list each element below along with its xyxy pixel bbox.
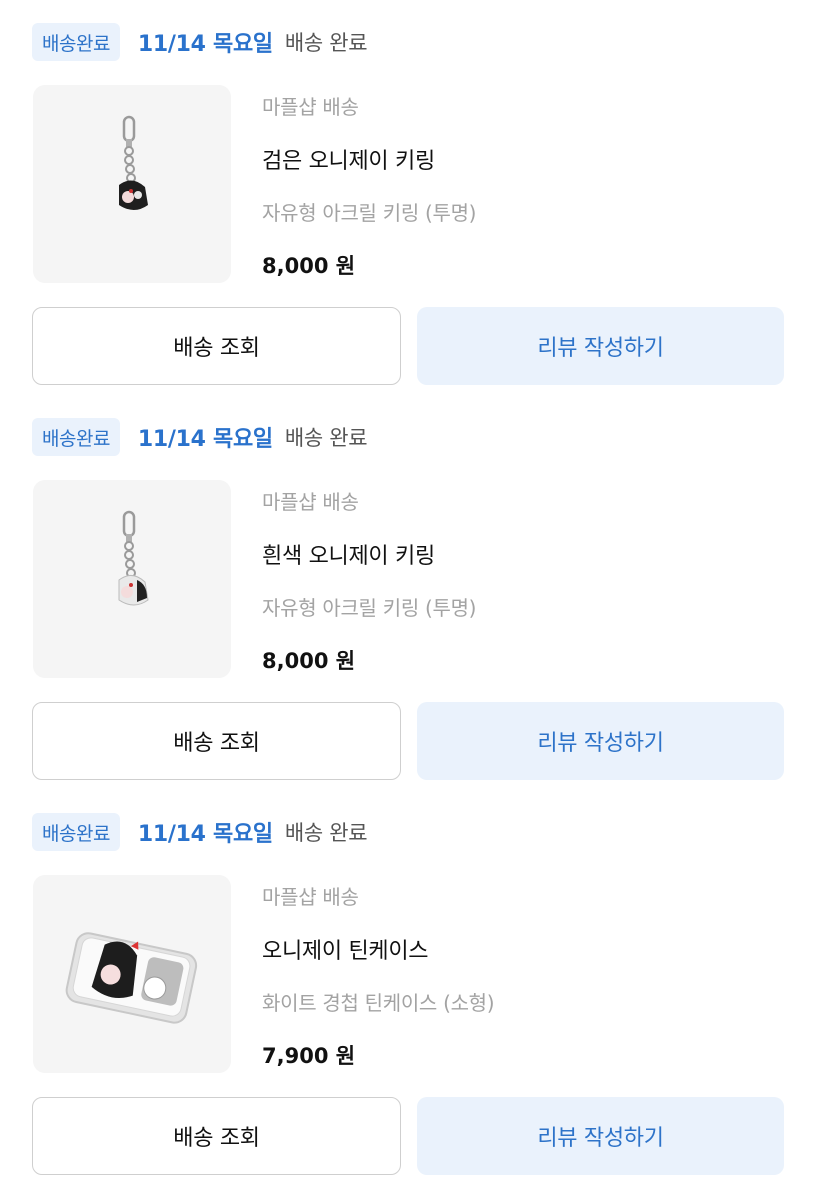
seller-label: 마플샵 배송 xyxy=(262,885,359,909)
product-option: 자유형 아크릴 키링 (투명) xyxy=(262,201,477,225)
delivery-date: 11/14 목요일 xyxy=(137,822,273,847)
delivery-date: 11/14 목요일 xyxy=(137,427,273,452)
delivery-status: 배송 완료 xyxy=(284,821,368,845)
order-header: 배송완료 11/14 목요일 배송 완료 xyxy=(32,22,368,62)
order-item: 배송완료 11/14 목요일 배송 완료 마플샵 배송 오니제이 틴케이스 화이… xyxy=(0,790,814,1185)
product-thumbnail[interactable] xyxy=(33,875,231,1073)
delivered-badge: 배송완료 xyxy=(32,418,120,456)
write-review-button[interactable]: 리뷰 작성하기 xyxy=(417,1097,784,1175)
keyring-white-image xyxy=(118,510,149,606)
order-header: 배송완료 11/14 목요일 배송 완료 xyxy=(32,812,368,852)
delivery-status: 배송 완료 xyxy=(284,31,368,55)
product-name[interactable]: 검은 오니제이 키링 xyxy=(262,143,435,175)
order-item: 배송완료 11/14 목요일 배송 완료 마플샵 배송 검은 오니제이 키링 자… xyxy=(0,0,814,395)
tin-case-image xyxy=(65,932,198,1024)
product-thumbnail[interactable] xyxy=(33,85,231,283)
product-name[interactable]: 오니제이 틴케이스 xyxy=(262,933,429,965)
write-review-button[interactable]: 리뷰 작성하기 xyxy=(417,307,784,385)
product-price: 8,000 원 xyxy=(262,254,356,278)
seller-label: 마플샵 배송 xyxy=(262,95,359,119)
seller-label: 마플샵 배송 xyxy=(262,490,359,514)
order-header: 배송완료 11/14 목요일 배송 완료 xyxy=(32,417,368,457)
order-item: 배송완료 11/14 목요일 배송 완료 마플샵 배송 흰색 오니제이 키링 자… xyxy=(0,395,814,790)
product-price: 8,000 원 xyxy=(262,649,356,673)
track-delivery-button[interactable]: 배송 조회 xyxy=(32,702,401,780)
product-name[interactable]: 흰색 오니제이 키링 xyxy=(262,538,435,570)
product-option: 화이트 경첩 틴케이스 (소형) xyxy=(262,991,495,1015)
track-delivery-button[interactable]: 배송 조회 xyxy=(32,307,401,385)
product-price: 7,900 원 xyxy=(262,1044,356,1068)
delivered-badge: 배송완료 xyxy=(32,813,120,851)
delivery-date: 11/14 목요일 xyxy=(137,32,273,57)
product-option: 자유형 아크릴 키링 (투명) xyxy=(262,596,477,620)
write-review-button[interactable]: 리뷰 작성하기 xyxy=(417,702,784,780)
delivery-status: 배송 완료 xyxy=(284,426,368,450)
keyring-black-image xyxy=(119,115,148,210)
product-thumbnail[interactable] xyxy=(33,480,231,678)
delivered-badge: 배송완료 xyxy=(32,23,120,61)
track-delivery-button[interactable]: 배송 조회 xyxy=(32,1097,401,1175)
